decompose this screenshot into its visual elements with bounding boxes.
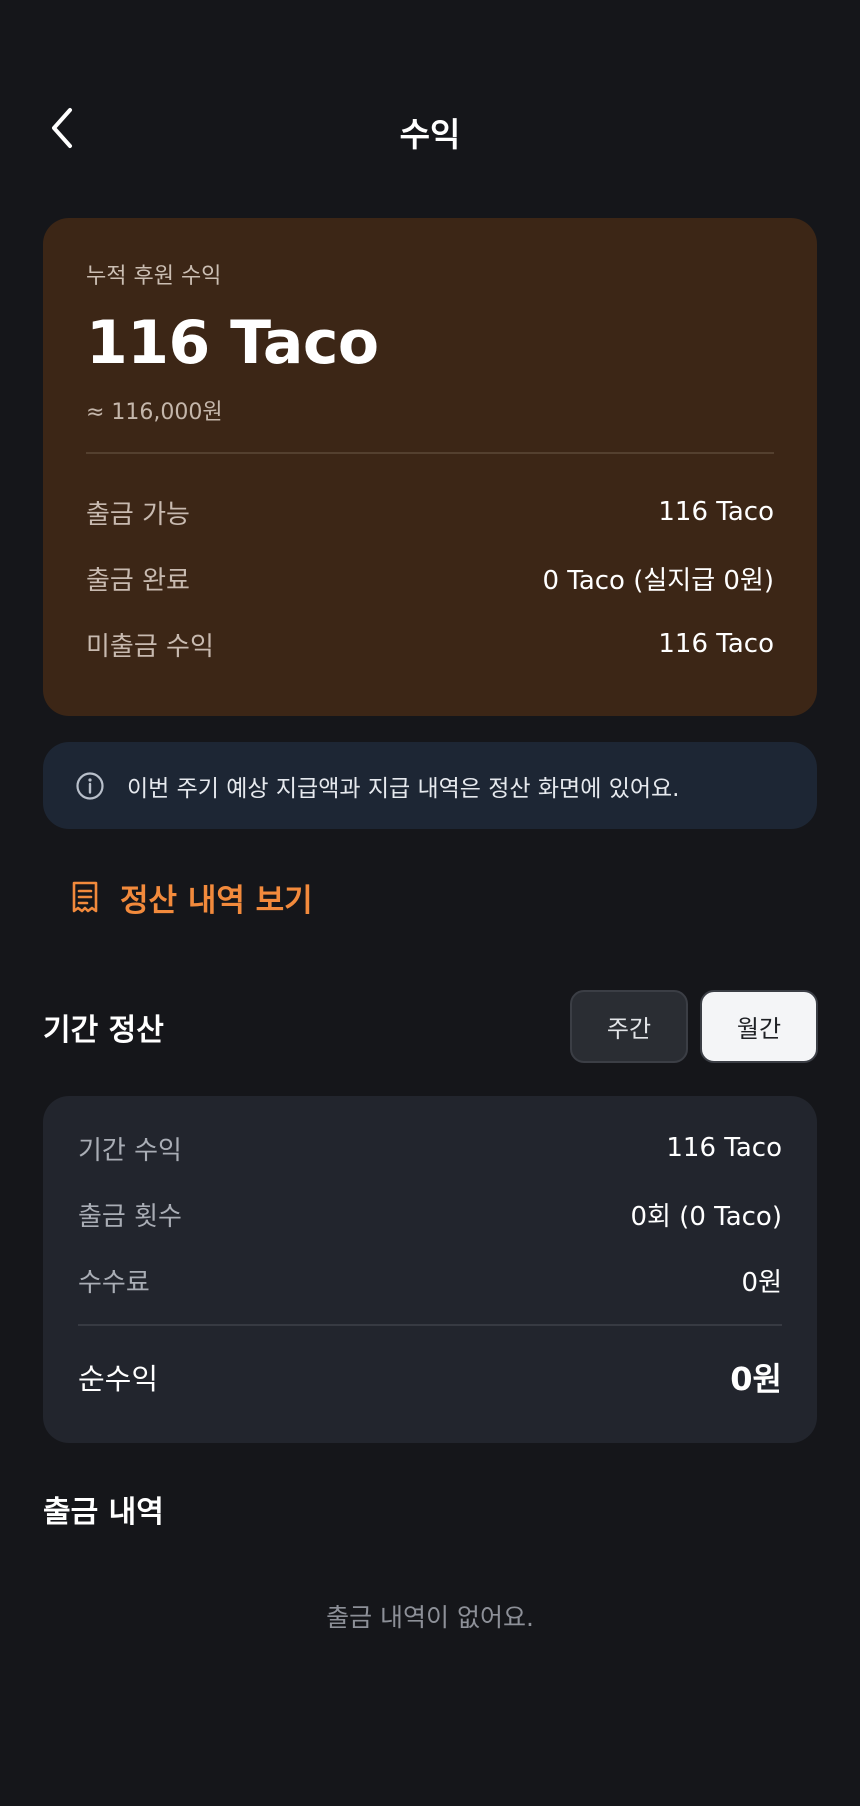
net-label: 순수익 <box>78 1362 159 1396</box>
info-banner: 이번 주기 예상 지급액과 지급 내역은 정산 화면에 있어요. <box>43 742 817 829</box>
tab-monthly[interactable]: 월간 <box>700 990 818 1063</box>
row-value: 116 Taco <box>658 629 774 659</box>
period-section-title: 기간 정산 <box>43 1013 164 1048</box>
receipt-icon <box>70 880 100 914</box>
row-value: 116 Taco <box>666 1133 782 1163</box>
withdrawals-empty-text: 출금 내역이 없어요. <box>326 1603 534 1632</box>
period-row-fee: 수수료 0원 <box>78 1260 782 1300</box>
period-net-row: 순수익 0원 <box>78 1352 782 1402</box>
earnings-caption: 누적 후원 수익 <box>86 264 222 289</box>
page-title: 수익 <box>399 115 461 154</box>
period-row-earnings: 기간 수익 116 Taco <box>78 1128 782 1168</box>
tab-weekly[interactable]: 주간 <box>570 990 688 1063</box>
row-value: 0원 <box>741 1267 782 1298</box>
withdrawals-section-title: 출금 내역 <box>43 1495 164 1530</box>
row-value: 116 Taco <box>658 497 774 527</box>
earnings-amount: 116 Taco <box>86 308 379 378</box>
row-value: 0회 (0 Taco) <box>630 1201 782 1232</box>
info-icon <box>75 771 105 801</box>
earnings-page: 수익 누적 후원 수익 116 Taco ≈ 116,000원 출금 가능 11… <box>0 0 860 1806</box>
settlement-history-link[interactable]: 정산 내역 보기 <box>70 872 313 922</box>
row-label: 출금 완료 <box>86 565 190 596</box>
period-summary-card: 기간 수익 116 Taco 출금 횟수 0회 (0 Taco) 수수료 0원 … <box>43 1096 817 1443</box>
row-label: 수수료 <box>78 1267 150 1298</box>
row-label: 출금 가능 <box>86 499 190 530</box>
earnings-summary-card: 누적 후원 수익 116 Taco ≈ 116,000원 출금 가능 116 T… <box>43 218 817 716</box>
period-divider <box>78 1324 782 1326</box>
header: 수익 <box>0 90 860 166</box>
row-value: 0 Taco (실지급 0원) <box>542 565 774 596</box>
earnings-row-withdrawn: 출금 완료 0 Taco (실지급 0원) <box>86 558 774 598</box>
info-text: 이번 주기 예상 지급액과 지급 내역은 정산 화면에 있어요. <box>127 775 680 802</box>
earnings-row-withdrawable: 출금 가능 116 Taco <box>86 492 774 532</box>
card-divider <box>86 452 774 454</box>
earnings-row-unwithdrawn: 미출금 수익 116 Taco <box>86 624 774 664</box>
row-label: 출금 횟수 <box>78 1201 182 1232</box>
row-label: 기간 수익 <box>78 1135 182 1166</box>
earnings-krw: ≈ 116,000원 <box>86 400 223 425</box>
settlement-link-label: 정산 내역 보기 <box>120 882 313 919</box>
net-value: 0원 <box>730 1360 782 1398</box>
period-row-withdraw-count: 출금 횟수 0회 (0 Taco) <box>78 1194 782 1234</box>
row-label: 미출금 수익 <box>86 631 214 662</box>
